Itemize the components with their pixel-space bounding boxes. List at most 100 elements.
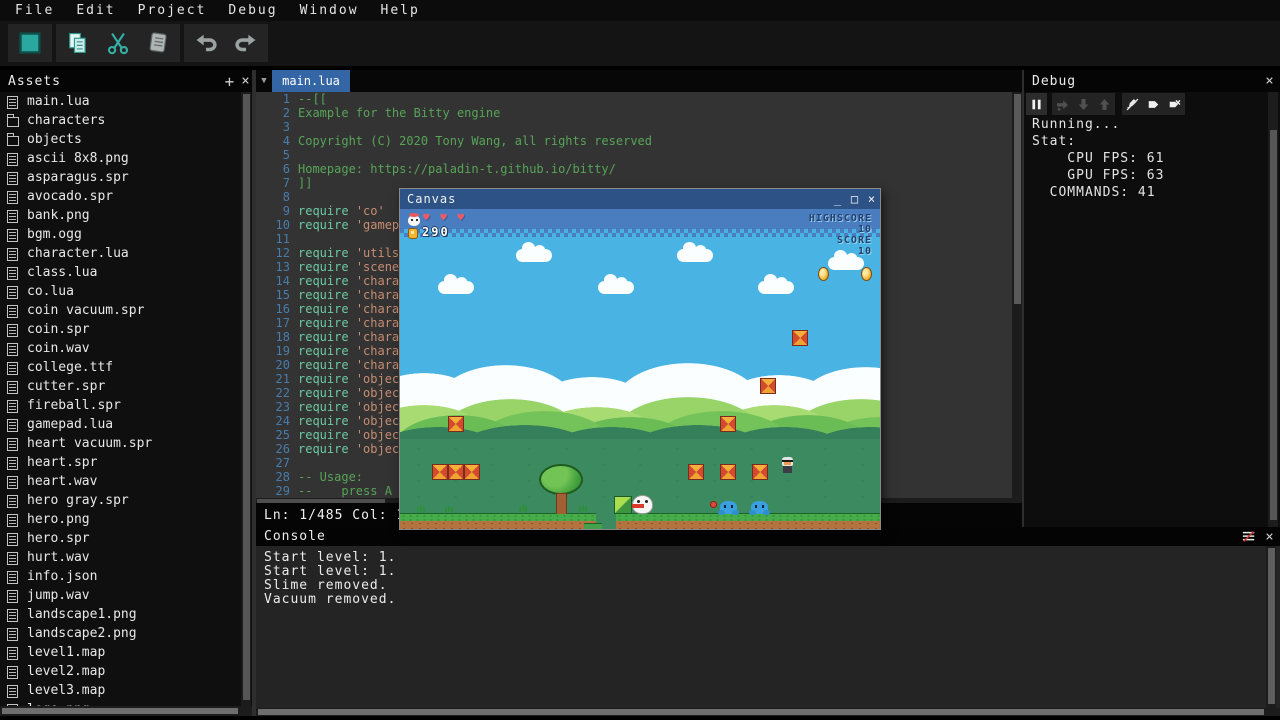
cut-button[interactable] [98, 26, 138, 60]
debug-header: Debug × [1024, 70, 1280, 92]
asset-row[interactable]: cutter.spr [0, 377, 240, 396]
line-text: require 'objec [298, 428, 399, 442]
tab-list-dropdown-icon[interactable]: ▼ [256, 70, 272, 92]
asset-row[interactable]: co.lua [0, 282, 240, 301]
code-token [349, 260, 356, 274]
ground-left [400, 513, 596, 529]
asset-row[interactable]: ascii 8x8.png [0, 149, 240, 168]
asset-row[interactable]: gamepad.lua [0, 415, 240, 434]
dirt-strip [400, 521, 596, 529]
asset-row[interactable]: info.json [0, 567, 240, 586]
console-hscrollbar[interactable] [256, 708, 1280, 716]
cloud-sprite [758, 281, 794, 294]
toolbar-group [184, 24, 268, 62]
menu-item-file[interactable]: File [4, 3, 65, 18]
menu-item-project[interactable]: Project [127, 3, 218, 18]
console-vscrollbar[interactable] [1266, 546, 1276, 708]
assets-title: Assets [8, 74, 61, 89]
code-token: require [298, 344, 349, 358]
line-text: --[[ [298, 92, 327, 106]
console-close-button[interactable]: × [1262, 527, 1278, 546]
breakpoint-disable-button[interactable] [1122, 93, 1143, 115]
menu-item-help[interactable]: Help [370, 3, 431, 18]
fireball-sprite [710, 501, 717, 508]
pause-button[interactable] [1026, 93, 1047, 115]
editor-vscrollbar[interactable] [1012, 92, 1022, 498]
maximize-button[interactable]: □ [847, 189, 863, 209]
file-icon [7, 570, 20, 584]
file-icon [7, 285, 20, 299]
asset-label: level1.map [27, 645, 105, 660]
menu-item-window[interactable]: Window [289, 3, 370, 18]
line-number: 17 [256, 316, 290, 330]
tab-main-lua[interactable]: main.lua [272, 70, 350, 92]
asset-row[interactable]: jump.wav [0, 586, 240, 605]
asset-row[interactable]: landscape2.png [0, 624, 240, 643]
asset-row[interactable]: college.ttf [0, 358, 240, 377]
close-button[interactable]: × [864, 189, 880, 209]
menu-item-edit[interactable]: Edit [65, 3, 126, 18]
asset-label: asparagus.spr [27, 170, 129, 185]
redo-button[interactable] [226, 26, 266, 60]
assets-vscrollbar[interactable] [241, 92, 251, 706]
menu-item-debug[interactable]: Debug [217, 3, 288, 18]
crate-sprite [448, 416, 464, 432]
asset-row[interactable]: coin vacuum.spr [0, 301, 240, 320]
add-asset-button[interactable]: + [222, 70, 238, 92]
asset-row[interactable]: asparagus.spr [0, 168, 240, 187]
asset-row[interactable]: character.lua [0, 244, 240, 263]
asset-row[interactable]: objects [0, 130, 240, 149]
line-number: 16 [256, 302, 290, 316]
minimize-button[interactable]: _ [830, 189, 846, 209]
line-number: 10 [256, 218, 290, 232]
asset-row[interactable]: hurt.wav [0, 548, 240, 567]
asset-row[interactable]: class.lua [0, 263, 240, 282]
game-area[interactable]: ♥ ♥ ♥ 290 HIGHSCORE 10 SCORE 10 [400, 209, 880, 529]
debug-vscrollbar[interactable] [1268, 92, 1278, 527]
assets-header: Assets + × [0, 70, 252, 92]
asset-row[interactable]: bank.png [0, 206, 240, 225]
debug-line: CPU FPS: 61 [1032, 150, 1164, 167]
asset-label: co.lua [27, 284, 74, 299]
undo-button[interactable] [186, 26, 226, 60]
asset-row[interactable]: landscape1.png [0, 605, 240, 624]
asset-row[interactable]: characters [0, 111, 240, 130]
asset-row[interactable]: bgm.ogg [0, 225, 240, 244]
asset-row[interactable]: hero gray.spr [0, 491, 240, 510]
asset-label: landscape1.png [27, 607, 137, 622]
breakpoint-clear-button[interactable] [1164, 93, 1185, 115]
cloud-sprite [598, 281, 634, 294]
asset-row[interactable]: coin.wav [0, 339, 240, 358]
paste-button[interactable] [138, 26, 178, 60]
clear-console-icon[interactable] [1241, 526, 1257, 548]
copy-button[interactable] [58, 26, 98, 60]
step-over-button[interactable] [1052, 93, 1073, 115]
breakpoint-clear-icon [1167, 97, 1182, 112]
step-out-button[interactable] [1094, 93, 1115, 115]
step-into-button[interactable] [1073, 93, 1094, 115]
new-button[interactable] [10, 26, 50, 60]
asset-row[interactable]: avocado.spr [0, 187, 240, 206]
debug-close-button[interactable]: × [1262, 70, 1278, 92]
debug-title: Debug [1032, 74, 1076, 89]
step-out-icon [1097, 97, 1112, 112]
hero-sprite [632, 495, 653, 514]
breakpoint-icon [1146, 97, 1161, 112]
cloud-sprite [516, 249, 552, 262]
canvas-title-bar[interactable]: Canvas _ □ × [400, 189, 880, 209]
asset-row[interactable]: heart vacuum.spr [0, 434, 240, 453]
asset-row[interactable]: level3.map [0, 681, 240, 700]
assets-hscrollbar[interactable] [0, 706, 252, 716]
asset-row[interactable]: level1.map [0, 643, 240, 662]
asset-row[interactable]: fireball.spr [0, 396, 240, 415]
asset-row[interactable]: heart.wav [0, 472, 240, 491]
asset-row[interactable]: hero.png [0, 510, 240, 529]
asset-row[interactable]: heart.spr [0, 453, 240, 472]
file-icon [7, 323, 20, 337]
breakpoint-button[interactable] [1143, 93, 1164, 115]
grass-tuft [522, 505, 524, 511]
asset-row[interactable]: hero.spr [0, 529, 240, 548]
asset-row[interactable]: main.lua [0, 92, 240, 111]
asset-row[interactable]: coin.spr [0, 320, 240, 339]
asset-row[interactable]: level2.map [0, 662, 240, 681]
